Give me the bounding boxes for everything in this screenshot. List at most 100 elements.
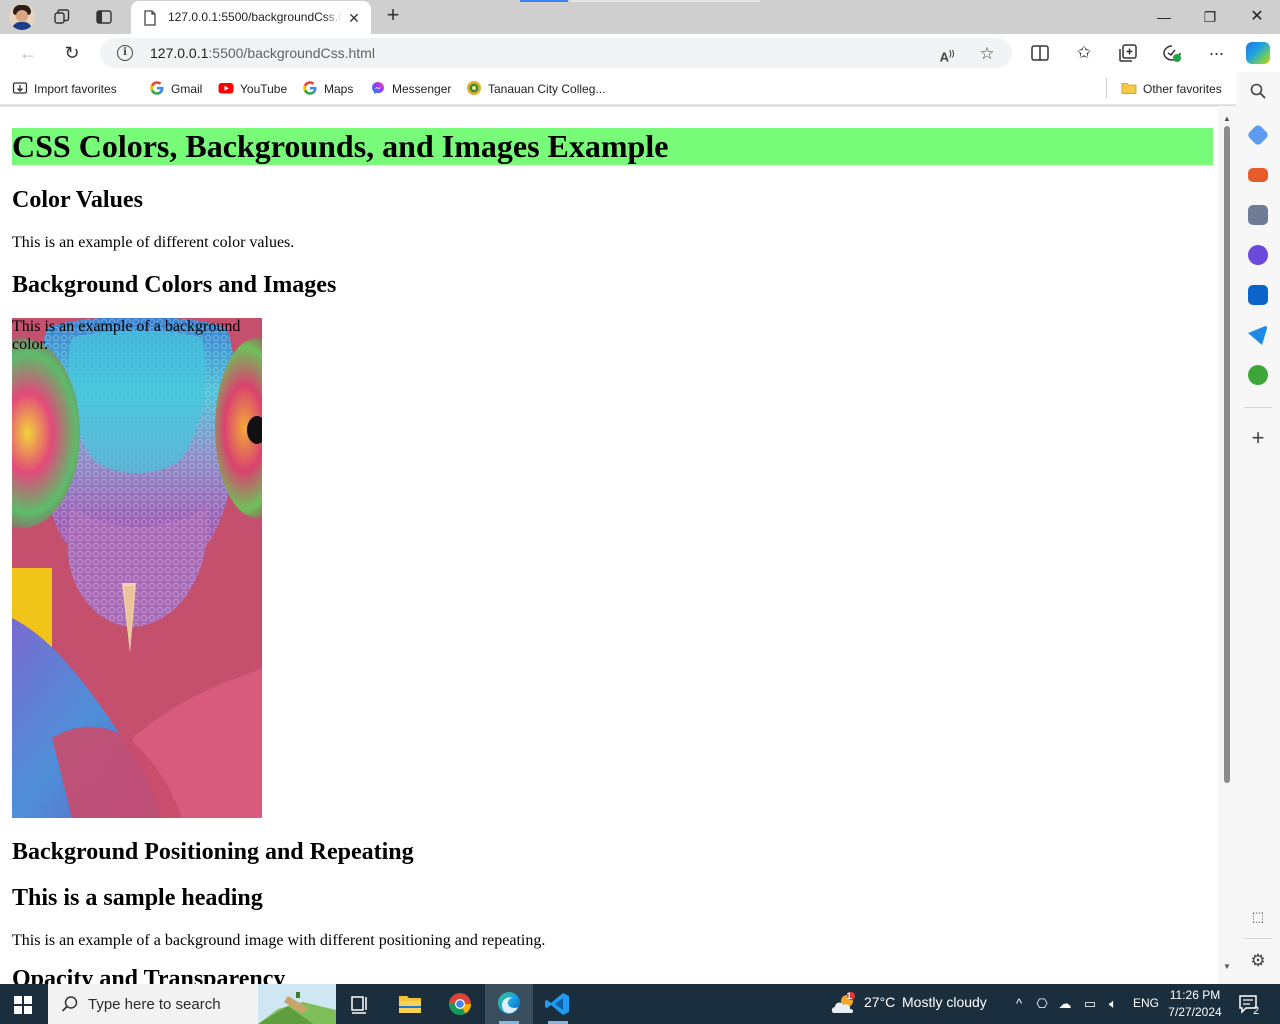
sample-heading: This is a sample heading <box>12 885 263 911</box>
sidebar-add-icon[interactable]: + <box>1246 427 1270 449</box>
loading-track <box>570 0 760 2</box>
copilot-icon[interactable] <box>1246 42 1270 64</box>
page-scrollbar[interactable]: ▲ ▼ <box>1218 106 1236 984</box>
language-indicator[interactable]: ENG <box>1133 996 1159 1010</box>
network-icon[interactable]: ▭ <box>1081 995 1099 1013</box>
sidebar-separator-bottom <box>1244 938 1272 939</box>
fav-other-label: Other favorites <box>1143 82 1222 96</box>
new-tab-icon[interactable]: + <box>382 4 404 27</box>
bg-heading: Background Colors and Images <box>12 272 337 298</box>
sidebar-games-icon[interactable] <box>1248 205 1268 225</box>
meet-now-icon[interactable]: ⎔ <box>1033 995 1051 1013</box>
sidebar-search-icon[interactable] <box>1246 82 1270 104</box>
sidebar-separator <box>1244 407 1272 408</box>
windows-start-icon[interactable] <box>14 996 32 1014</box>
scrollbar-thumb[interactable] <box>1224 126 1230 783</box>
fav-youtube[interactable]: YouTube <box>218 80 287 98</box>
fav-youtube-label: YouTube <box>240 82 288 96</box>
show-hidden-icons[interactable]: ^ <box>1010 995 1028 1013</box>
youtube-icon <box>218 83 234 94</box>
url-path: :5500/backgroundCss.html <box>208 45 375 61</box>
address-bar[interactable]: i 127.0.0.1:5500/backgroundCss.html A)) … <box>100 38 1012 68</box>
fav-college-label: Tanauan City Colleg... <box>488 82 606 96</box>
search-highlight-art <box>258 984 336 1024</box>
positioning-text: This is an example of a background image… <box>12 932 546 949</box>
read-aloud-icon[interactable]: A)) <box>938 45 956 64</box>
weather-temp[interactable]: 27°C <box>864 994 895 1010</box>
restore-icon[interactable]: ❐ <box>1198 6 1222 28</box>
college-seal-icon <box>467 81 481 95</box>
search-icon <box>61 996 78 1012</box>
scroll-down-icon[interactable]: ▼ <box>1222 963 1232 971</box>
tab-close-icon[interactable]: ✕ <box>345 9 363 27</box>
browser-essentials-icon[interactable] <box>1161 42 1183 64</box>
sidebar-tools-icon[interactable] <box>1248 168 1268 182</box>
windows-taskbar: Type here to search 1 27°C Mostly cloudy… <box>0 984 1280 1024</box>
back-icon[interactable]: ← <box>17 42 39 64</box>
bg-text: This is an example of a background color… <box>12 318 241 353</box>
web-content: CSS Colors, Backgrounds, and Images Exam… <box>0 106 1236 984</box>
weather-desc[interactable]: Mostly cloudy <box>902 994 987 1010</box>
more-options-icon[interactable]: ··· <box>1205 42 1227 64</box>
fav-import[interactable]: Import favorites <box>12 80 117 98</box>
url-text[interactable]: 127.0.0.1:5500/backgroundCss.html <box>150 45 375 61</box>
clock-date[interactable]: 7/27/2024 <box>1163 1005 1227 1019</box>
fav-messenger[interactable]: Messenger <box>370 80 451 98</box>
folder-icon <box>1121 83 1137 94</box>
favorites-icon[interactable]: ✩ <box>1073 42 1095 64</box>
loading-indicator <box>520 0 568 2</box>
favorites-bar: Import favorites Gmail YouTube Maps Mess… <box>0 72 1236 105</box>
fav-gmail[interactable]: Gmail <box>149 80 202 98</box>
volume-icon[interactable]: 🔈︎ <box>1104 995 1122 1013</box>
sidebar-settings-icon[interactable]: ⚙ <box>1246 950 1270 972</box>
document-icon <box>144 10 156 26</box>
favorite-star-icon[interactable]: ☆ <box>978 45 996 63</box>
site-info-icon[interactable]: i <box>117 45 133 61</box>
edge-sidebar: + ⬚ ⚙ <box>1236 72 1280 984</box>
workspaces-icon[interactable] <box>53 8 71 26</box>
tab-title: 127.0.0.1:5500/backgroundCss.html <box>168 10 342 24</box>
sidebar-outlook-icon[interactable] <box>1248 285 1268 305</box>
clock-time[interactable]: 11:26 PM <box>1163 988 1227 1002</box>
vertical-tabs-icon[interactable] <box>95 8 113 26</box>
search-placeholder: Type here to search <box>88 996 221 1013</box>
scroll-up-icon[interactable]: ▲ <box>1222 115 1232 123</box>
tab-active[interactable]: 127.0.0.1:5500/backgroundCss.html ✕ <box>131 1 371 34</box>
color-values-heading: Color Values <box>12 187 143 213</box>
cloud-status-icon[interactable]: ☁ <box>1056 995 1074 1013</box>
fav-other[interactable]: Other favorites <box>1121 80 1222 98</box>
edge-taskbar-icon[interactable] <box>485 984 533 1024</box>
sidebar-shopping-icon[interactable] <box>1246 123 1270 147</box>
navigation-bar: ← ↻ i 127.0.0.1:5500/backgroundCss.html … <box>0 34 1280 72</box>
positioning-heading: Background Positioning and Repeating <box>12 839 414 865</box>
profile-avatar[interactable] <box>9 4 35 30</box>
minimize-icon[interactable]: — <box>1152 6 1176 28</box>
google-icon <box>303 81 317 95</box>
split-screen-icon[interactable] <box>1029 42 1051 64</box>
chrome-icon[interactable] <box>436 984 484 1024</box>
vscode-icon[interactable] <box>534 984 582 1024</box>
opacity-heading: Opacity and Transparency <box>12 966 286 984</box>
fav-maps-label: Maps <box>324 82 354 96</box>
file-explorer-icon[interactable] <box>386 984 434 1024</box>
import-icon <box>12 82 28 94</box>
google-icon <box>150 81 164 95</box>
fav-messenger-label: Messenger <box>392 82 452 96</box>
notification-count: 2 <box>1252 1005 1260 1017</box>
chameleon-image <box>12 318 262 818</box>
task-view-icon[interactable] <box>336 984 384 1024</box>
sidebar-m365-icon[interactable] <box>1248 245 1268 265</box>
sidebar-capture-icon[interactable]: ⬚ <box>1246 906 1270 928</box>
collections-icon[interactable] <box>1117 42 1139 64</box>
refresh-icon[interactable]: ↻ <box>61 42 83 64</box>
sidebar-tree-icon[interactable] <box>1248 365 1268 385</box>
fav-maps[interactable]: Maps <box>302 80 353 98</box>
taskbar-search[interactable]: Type here to search <box>48 984 336 1024</box>
window-close-icon[interactable]: ✕ <box>1245 6 1269 28</box>
sidebar-drop-icon[interactable] <box>1248 325 1268 345</box>
fav-college[interactable]: Tanauan City Colleg... <box>466 80 605 98</box>
messenger-icon <box>372 82 384 94</box>
color-values-text: This is an example of different color va… <box>12 234 295 251</box>
url-host: 127.0.0.1 <box>150 45 209 61</box>
weather-badge: 1 <box>846 991 852 1001</box>
